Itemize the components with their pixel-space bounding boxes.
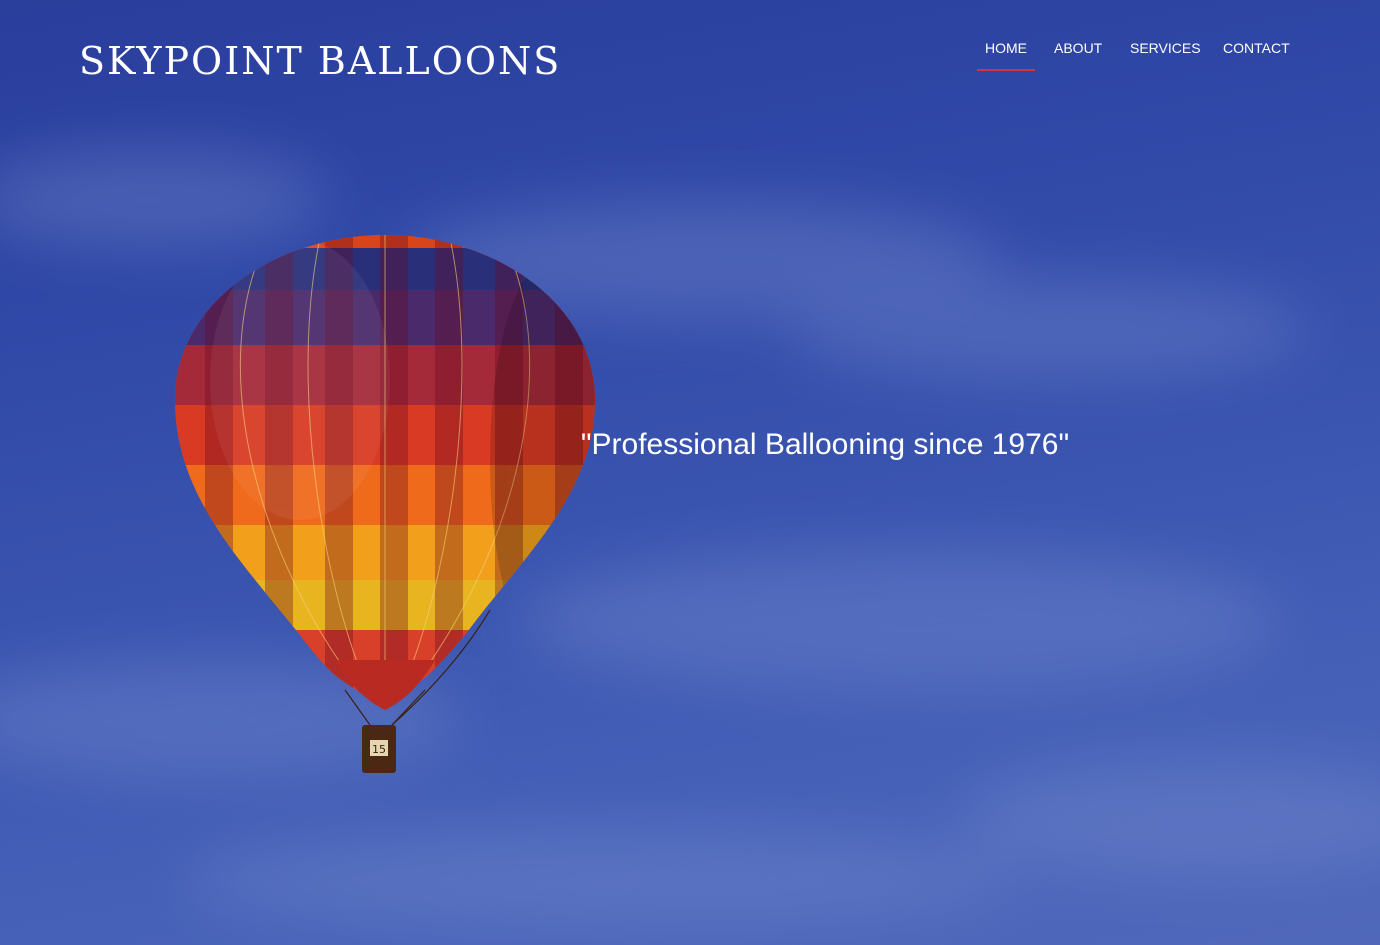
site-logo[interactable]: SKYPOINT BALLOONS bbox=[79, 38, 561, 84]
nav-contact-link[interactable]: CONTACT bbox=[1223, 40, 1290, 56]
hot-air-balloon-image: 15 bbox=[175, 235, 595, 773]
site-header: SKYPOINT BALLOONS HOME ABOUT SERVICES CO… bbox=[0, 0, 1380, 100]
nav-home-link[interactable]: HOME bbox=[977, 40, 1035, 71]
basket-number: 15 bbox=[372, 743, 386, 756]
hero-tagline: "Professional Ballooning since 1976" bbox=[580, 428, 1070, 461]
nav-about-link[interactable]: ABOUT bbox=[1054, 40, 1102, 56]
nav-services-link[interactable]: SERVICES bbox=[1130, 40, 1201, 56]
hero-section: 15 "Professional Ballooning since 1976" bbox=[0, 0, 1380, 945]
